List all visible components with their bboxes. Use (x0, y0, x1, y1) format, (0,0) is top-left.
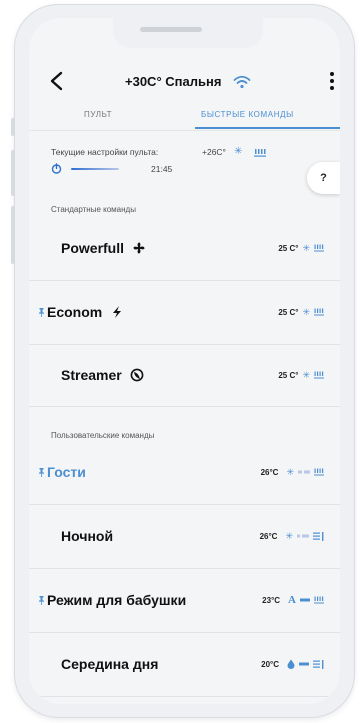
section-label-standard: Стандартные команды (51, 205, 136, 214)
app-screen: +30C° Спальня ПУЛЬТ БЫСТРЫЕ КОМАНДЫ Теку… (29, 18, 340, 704)
help-button[interactable]: ? (307, 162, 340, 194)
command-temperature: 25 C° (278, 243, 299, 253)
command-row-night[interactable]: Ночной 26°C ✳ (29, 504, 340, 569)
fan-speed-icon (314, 371, 324, 379)
command-row-streamer[interactable]: Streamer 25 C° ✳ (29, 344, 340, 407)
power-timer-icon (51, 163, 62, 174)
fan-blades-icon (133, 242, 145, 254)
command-name: Econom (47, 280, 124, 344)
command-params: 20°C (261, 632, 324, 696)
back-icon[interactable] (47, 70, 67, 92)
active-tab-indicator (195, 127, 340, 129)
fan-speed-icon (314, 244, 324, 252)
command-name: Середина дня (61, 632, 158, 696)
command-label: Режим для бабушки (47, 592, 187, 608)
timer-progress-bar (71, 168, 119, 170)
command-params: 26°C ✳ (260, 504, 324, 568)
command-params: 25 C° ✳ (278, 280, 324, 344)
command-temperature: 25 C° (278, 307, 299, 317)
tab-quick-commands[interactable]: БЫСТРЫЕ КОМАНДЫ (201, 110, 294, 119)
side-button (11, 206, 15, 264)
command-label: Streamer (61, 367, 122, 383)
command-name: Streamer (61, 344, 144, 406)
pin-icon (39, 596, 44, 605)
section-label-custom: Пользовательские команды (51, 431, 155, 440)
command-label: Econom (47, 304, 103, 320)
snowflake-icon: ✳ (286, 466, 294, 477)
snowflake-icon: ✳ (234, 146, 243, 157)
command-params: 25 C° ✳ (278, 344, 324, 406)
drop-icon (287, 659, 295, 669)
command-temperature: 23°C (262, 595, 281, 605)
timer-time: 21:45 (151, 164, 173, 174)
speaker-grille (140, 27, 202, 32)
streamer-icon (130, 368, 144, 382)
swing-icon (299, 662, 309, 666)
pin-icon (39, 468, 44, 477)
direction-icon (313, 531, 324, 541)
swing-icon (297, 534, 309, 538)
fan-speed-icon (314, 308, 324, 316)
command-row-powerfull[interactable]: Powerfull 25 C° ✳ (29, 216, 340, 281)
command-row-econom[interactable]: Econom 25 C° ✳ (29, 280, 340, 345)
current-settings-label: Текущие настройки пульта: (51, 147, 159, 157)
fan-speed-icon (314, 596, 324, 604)
command-name: Режим для бабушки (47, 568, 186, 632)
snowflake-icon: ✳ (302, 306, 310, 317)
command-params: 26°C ✳ (261, 440, 324, 504)
command-label: Середина дня (61, 656, 159, 672)
command-temperature: 25 C° (278, 370, 299, 380)
command-params: 25 C° ✳ (278, 216, 324, 280)
command-label: Ночной (61, 528, 114, 544)
command-name: Ночной (61, 504, 113, 568)
command-name: Гости (47, 440, 86, 504)
fan-speed-icon (254, 149, 266, 157)
divider (29, 130, 340, 131)
direction-icon (313, 659, 324, 669)
command-temperature: 20°C (261, 659, 279, 669)
command-row-guests[interactable]: Гости 26°C ✳ (29, 440, 340, 505)
command-temperature: 26°C (259, 531, 278, 541)
header-title-group: +30C° Спальня (125, 74, 251, 89)
command-name: Powerfull (61, 216, 146, 280)
page-title: +30C° Спальня (125, 74, 222, 89)
snowflake-icon: ✳ (285, 530, 293, 541)
swing-icon (298, 470, 310, 474)
command-temperature: 26°C (260, 467, 279, 477)
fan-speed-icon (314, 468, 324, 476)
wifi-icon (234, 75, 251, 88)
tab-bar: ПУЛЬТ БЫСТРЫЕ КОМАНДЫ (29, 110, 340, 136)
command-row-midday[interactable]: Середина дня 20°C (29, 632, 340, 697)
swing-icon (300, 598, 310, 602)
snowflake-icon: ✳ (302, 369, 310, 380)
snowflake-icon: ✳ (302, 242, 310, 253)
side-button (11, 150, 15, 196)
current-temperature: +26C° (202, 147, 226, 157)
pin-icon (39, 308, 44, 317)
auto-mode-icon: A (288, 594, 296, 606)
notch (113, 18, 263, 48)
command-label: Powerfull (61, 240, 125, 256)
tab-remote[interactable]: ПУЛЬТ (84, 110, 112, 119)
lightning-icon (113, 306, 122, 318)
more-menu-icon[interactable] (328, 70, 336, 92)
command-params: 23°C A (262, 568, 324, 632)
command-row-grandma-mode[interactable]: Режим для бабушки 23°C A (29, 568, 340, 633)
side-button (11, 118, 15, 136)
command-label: Гости (47, 464, 86, 480)
